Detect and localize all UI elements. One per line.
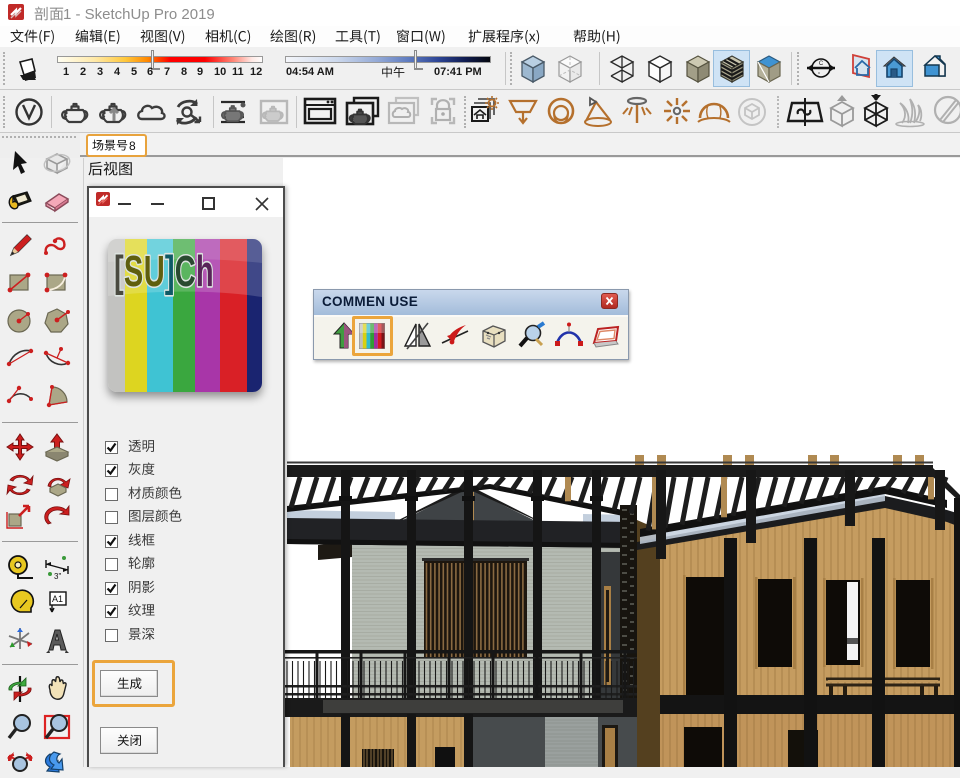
svg-text:A1: A1 <box>52 594 63 604</box>
svg-text:[: [ <box>114 246 124 296</box>
svg-text:U: U <box>144 246 165 296</box>
svg-text:C: C <box>175 246 196 296</box>
svg-text:]: ] <box>165 246 175 296</box>
svg-text:S: S <box>124 246 143 296</box>
svg-text:°: ° <box>818 72 820 78</box>
svg-text:h: h <box>196 246 214 296</box>
svg-text:C: C <box>819 61 824 67</box>
svg-text:3": 3" <box>54 572 61 581</box>
